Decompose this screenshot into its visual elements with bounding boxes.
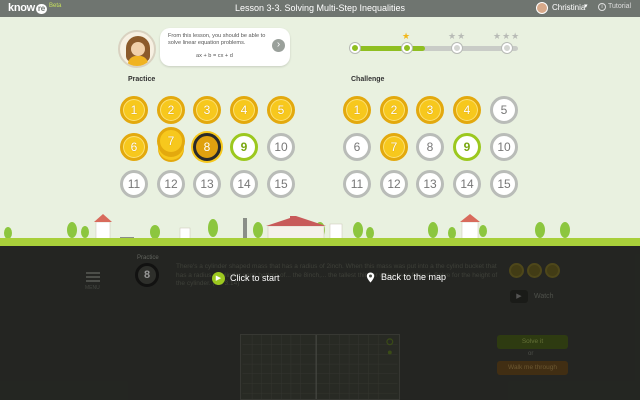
progress-fill [352, 46, 426, 51]
progress-milestone-3 [502, 43, 512, 53]
progress-bar [352, 46, 518, 51]
practice-coin-4[interactable]: 4 [230, 96, 258, 124]
user-name[interactable]: Christinia [552, 3, 585, 12]
practice-coin-8[interactable]: 8 [193, 133, 221, 161]
practice-coin-1[interactable]: 1 [120, 96, 148, 124]
two-stars-icon: ★★ [448, 31, 467, 41]
map-pin-icon [366, 272, 375, 283]
challenge-coin-8[interactable]: 8 [416, 133, 444, 161]
practice-coin-5[interactable]: 5 [267, 96, 295, 124]
practice-coin-14[interactable]: 14 [230, 170, 258, 198]
practice-coin-10[interactable]: 10 [267, 133, 295, 161]
info-icon: i [598, 3, 606, 11]
practice-coin-6[interactable]: 6 [120, 133, 148, 161]
practice-coin-3[interactable]: 3 [193, 96, 221, 124]
practice-coin-9[interactable]: 9 [230, 133, 258, 161]
challenge-coin-13[interactable]: 13 [416, 170, 444, 198]
challenge-heading: Challenge [351, 76, 385, 83]
click-to-start-label: Click to start [230, 272, 280, 283]
challenge-coin-7[interactable]: 7 [380, 133, 408, 161]
click-to-start-button[interactable]: ▶ Click to start [212, 272, 280, 285]
practice-coin-11[interactable]: 11 [120, 170, 148, 198]
play-icon: ▶ [212, 272, 225, 285]
challenge-coin-10[interactable]: 10 [490, 133, 518, 161]
challenge-coin-2[interactable]: 2 [380, 96, 408, 124]
tutorial-label: Tutorial [608, 3, 632, 10]
chevron-down-icon[interactable]: ▾ [584, 2, 588, 10]
progress-milestone-1 [402, 43, 412, 53]
intro-text: From this lesson, you should be able to … [168, 33, 266, 46]
star-icon: ★ [402, 31, 412, 41]
progress-milestone-start [350, 43, 360, 53]
challenge-coin-6[interactable]: 6 [343, 133, 371, 161]
intro-equation: ax + b = cx + d [196, 53, 233, 59]
practice-coin-2[interactable]: 2 [157, 96, 185, 124]
challenge-coin-12[interactable]: 12 [380, 170, 408, 198]
challenge-coin-4[interactable]: 4 [453, 96, 481, 124]
practice-coin-13[interactable]: 13 [193, 170, 221, 198]
challenge-coin-9[interactable]: 9 [453, 133, 481, 161]
top-bar: know re Beta Lesson 3-3. Solving Multi-St… [0, 0, 640, 17]
back-to-map-label: Back to the map [381, 272, 447, 282]
user-avatar[interactable] [536, 2, 548, 14]
practice-heading: Practice [128, 76, 156, 83]
challenge-coin-14[interactable]: 14 [453, 170, 481, 198]
practice-coin-15[interactable]: 15 [267, 170, 295, 198]
practice-coin-7[interactable]: 7 [157, 127, 185, 155]
three-stars-icon: ★★★ [493, 31, 521, 41]
challenge-coin-5[interactable]: 5 [490, 96, 518, 124]
progress-milestone-2 [452, 43, 462, 53]
overlay-dim [0, 246, 640, 400]
challenge-coin-1[interactable]: 1 [343, 96, 371, 124]
ground-strip [0, 238, 640, 246]
challenge-coin-15[interactable]: 15 [490, 170, 518, 198]
challenge-coin-11[interactable]: 11 [343, 170, 371, 198]
practice-coin-12[interactable]: 12 [157, 170, 185, 198]
next-arrow-icon[interactable]: › [272, 39, 285, 52]
guide-avatar [118, 30, 156, 68]
back-to-map-button[interactable]: Back to the map [366, 272, 446, 283]
tutorial-link[interactable]: i Tutorial [598, 3, 631, 11]
speech-bubble: From this lesson, you should be able to … [160, 28, 290, 66]
challenge-coin-3[interactable]: 3 [416, 96, 444, 124]
